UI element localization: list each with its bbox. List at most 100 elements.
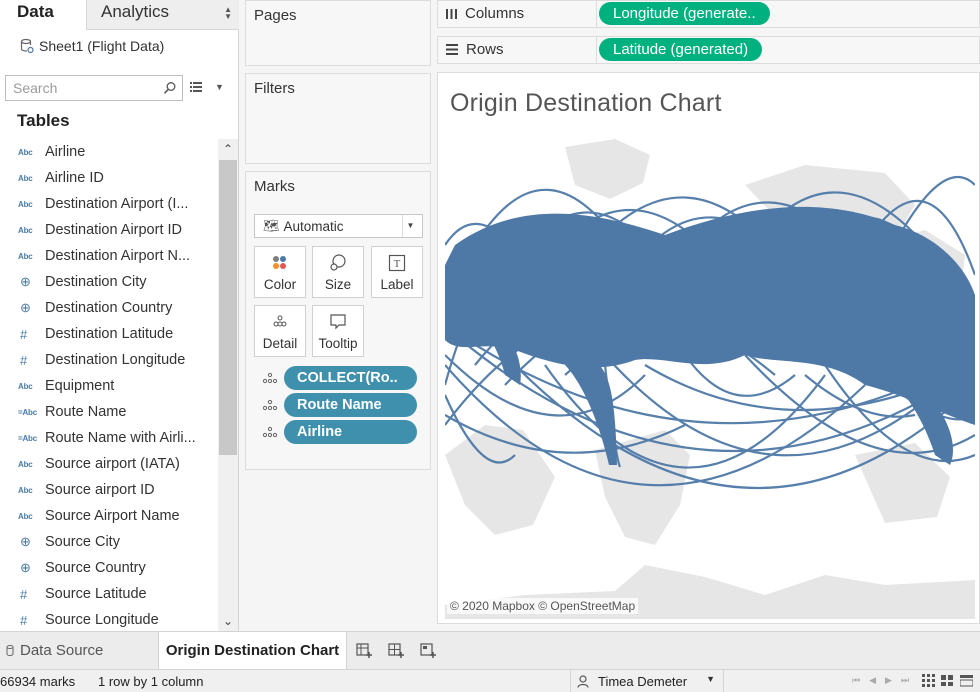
label-button[interactable]: T Label xyxy=(371,246,423,298)
tooltip-icon xyxy=(330,314,346,330)
field-name: Destination Airport (I... xyxy=(45,196,189,212)
field-item[interactable]: ⊕ Source City xyxy=(0,529,218,555)
collect-pill[interactable]: COLLECT(Ro.. xyxy=(284,366,417,390)
field-item[interactable]: Abc Destination Airport N... xyxy=(0,243,218,269)
view-title[interactable]: Origin Destination Chart xyxy=(450,89,722,118)
field-item[interactable]: ⊕ Destination Country xyxy=(0,295,218,321)
field-item[interactable]: ⊕ Destination City xyxy=(0,269,218,295)
last-sheet-icon[interactable]: ⏭ xyxy=(901,675,909,686)
size-label: Size xyxy=(324,277,352,292)
field-list-scrollbar[interactable]: ⌃ ⌄ xyxy=(218,139,238,631)
list-view-icon[interactable] xyxy=(189,80,203,94)
filters-card[interactable]: Filters xyxy=(245,73,431,164)
field-item[interactable]: =Abc Route Name xyxy=(0,399,218,425)
field-item[interactable]: Abc Airline ID xyxy=(0,165,218,191)
field-name: Destination Airport ID xyxy=(45,222,183,238)
size-button[interactable]: Size xyxy=(312,246,364,298)
field-item[interactable]: ⊕ Source Country xyxy=(0,555,218,581)
mark-type-dropdown[interactable]: 🗺 Automatic ▼ xyxy=(254,214,423,238)
field-name: Airline xyxy=(45,144,86,160)
airline-pill[interactable]: Airline xyxy=(284,420,417,444)
datasource-cylinder-icon xyxy=(20,38,34,54)
next-sheet-icon[interactable]: ▶ xyxy=(885,675,892,686)
sheet-filmstrip-icon[interactable] xyxy=(941,674,954,687)
color-button[interactable]: Color xyxy=(254,246,306,298)
sheet-tab-active[interactable]: Origin Destination Chart xyxy=(158,632,347,669)
new-dashboard-icon[interactable] xyxy=(387,641,405,659)
field-name: Source airport (IATA) xyxy=(45,456,180,472)
field-item[interactable]: Abc Equipment xyxy=(0,373,218,399)
string-type-icon: Abc xyxy=(18,147,33,157)
route-name-pill[interactable]: Route Name xyxy=(284,393,417,417)
new-story-icon[interactable] xyxy=(419,641,437,659)
scrollbar-thumb[interactable] xyxy=(219,160,237,455)
columns-shelf[interactable]: Columns Longitude (generate.. xyxy=(437,0,980,28)
detail-icon xyxy=(262,426,278,438)
datasource-item[interactable]: Sheet1 (Flight Data) xyxy=(20,38,164,54)
user-menu[interactable]: Timea Demeter ▼ xyxy=(570,670,724,692)
field-item[interactable]: Abc Source airport (IATA) xyxy=(0,451,218,477)
color-icon xyxy=(273,256,286,269)
pane-tabs: Data Analytics ▲ ▼ xyxy=(0,0,239,30)
chevron-down-icon[interactable]: ▼ xyxy=(706,674,715,684)
search-box xyxy=(5,75,183,101)
scroll-up-icon[interactable]: ⌃ xyxy=(218,139,238,159)
rows-columns-info: 1 row by 1 column xyxy=(98,674,204,689)
updown-arrows-icon[interactable]: ▲ ▼ xyxy=(224,6,232,21)
tooltip-button[interactable]: Tooltip xyxy=(312,305,364,357)
field-name: Airline ID xyxy=(45,170,104,186)
field-item[interactable]: Abc Airline xyxy=(0,139,218,165)
number-icon: # xyxy=(20,612,28,628)
detail-button[interactable]: Detail xyxy=(254,305,306,357)
field-item[interactable]: # Destination Latitude xyxy=(0,321,218,347)
sheet-tabs-view-icon[interactable] xyxy=(960,674,973,687)
latitude-pill[interactable]: Latitude (generated) xyxy=(599,38,763,61)
scroll-down-icon[interactable]: ⌄ xyxy=(218,611,238,631)
globe-icon: ⊕ xyxy=(20,274,31,289)
detail-icon xyxy=(262,372,278,384)
tab-analytics-label: Analytics xyxy=(101,2,170,21)
user-name: Timea Demeter xyxy=(598,673,688,689)
data-source-tab-label: Data Source xyxy=(20,642,104,659)
longitude-pill[interactable]: Longitude (generate.. xyxy=(599,2,770,25)
field-item[interactable]: Abc Source airport ID xyxy=(0,477,218,503)
sheet-navigation: ⏮ ◀ ▶ ⏭ xyxy=(852,675,909,686)
tab-analytics[interactable]: Analytics ▲ ▼ xyxy=(86,0,239,30)
first-sheet-icon[interactable]: ⏮ xyxy=(852,675,860,686)
globe-icon: ⊕ xyxy=(20,300,31,315)
rows-shelf[interactable]: Rows Latitude (generated) xyxy=(437,36,980,64)
field-list: Abc Airline Abc Airline ID Abc Destination Ai… xyxy=(0,139,218,631)
field-item[interactable]: Abc Destination Airport ID xyxy=(0,217,218,243)
pages-title: Pages xyxy=(254,7,297,24)
field-item[interactable]: Abc Destination Airport (I... xyxy=(0,191,218,217)
color-label: Color xyxy=(263,277,297,292)
field-item[interactable]: # Source Latitude xyxy=(0,581,218,607)
pages-card[interactable]: Pages xyxy=(245,0,431,66)
string-type-icon: Abc xyxy=(18,251,33,261)
chevron-down-icon[interactable]: ▼ xyxy=(215,82,224,92)
field-item[interactable]: =Abc Route Name with Airli... xyxy=(0,425,218,451)
field-item[interactable]: # Source Longitude xyxy=(0,607,218,631)
map-attribution[interactable]: © 2020 Mapbox © OpenStreetMap xyxy=(447,598,639,614)
data-source-tab[interactable]: Data Source xyxy=(0,632,158,669)
field-name: Source Country xyxy=(45,560,146,576)
prev-sheet-icon[interactable]: ◀ xyxy=(869,675,876,686)
detail-pill-row: Airline xyxy=(262,420,417,444)
field-name: Source airport ID xyxy=(45,482,155,498)
field-name: Destination Country xyxy=(45,300,173,316)
search-input[interactable] xyxy=(6,76,156,100)
tab-data[interactable]: Data xyxy=(0,0,86,30)
new-worksheet-icon[interactable] xyxy=(355,641,373,659)
route-map[interactable] xyxy=(445,125,975,619)
string-type-icon: =Abc xyxy=(18,407,37,417)
sheet-grid-view-icon[interactable] xyxy=(922,674,935,687)
chevron-down-icon[interactable]: ▼ xyxy=(402,215,418,237)
columns-label: Columns xyxy=(465,5,525,22)
field-item[interactable]: Abc Source Airport Name xyxy=(0,503,218,529)
field-name: Source Latitude xyxy=(45,586,147,602)
field-name: Destination Latitude xyxy=(45,326,174,342)
search-icon[interactable] xyxy=(163,81,177,95)
field-name: Source Airport Name xyxy=(45,508,180,524)
field-item[interactable]: # Destination Longitude xyxy=(0,347,218,373)
number-icon: # xyxy=(20,326,28,342)
